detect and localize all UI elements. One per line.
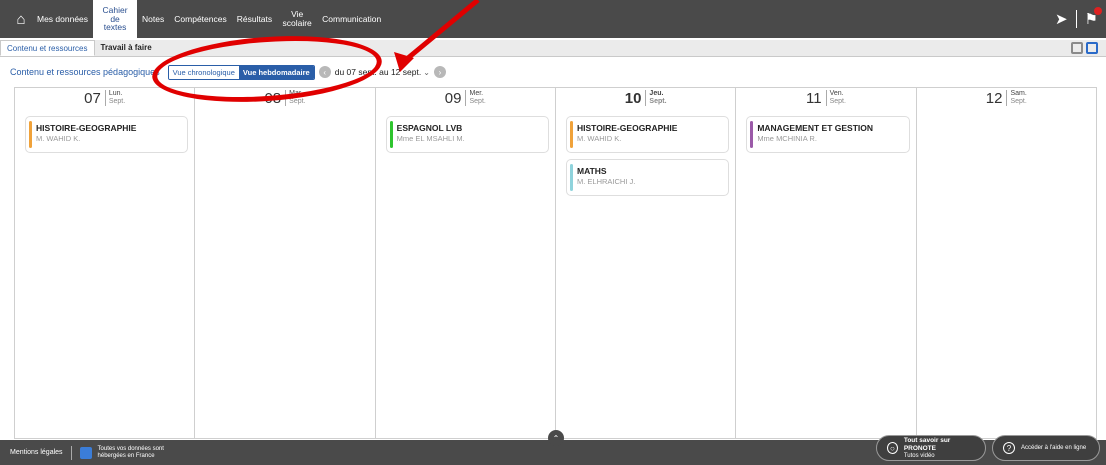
notification-badge — [1094, 7, 1102, 15]
day-label: Mer. Sept. — [465, 90, 486, 106]
nav-notes[interactable]: Notes — [137, 0, 169, 38]
lesson-teacher: M. WAHID K. — [36, 134, 81, 143]
day-month: Sept. — [829, 98, 846, 105]
lesson-subject: HISTOIRE-GEOGRAPHIE — [36, 123, 137, 133]
pronote-sub: Tutos vidéo — [903, 452, 935, 459]
lesson-card[interactable]: HISTOIRE-GEOGRAPHIE M. WAHID K. — [25, 116, 189, 153]
home-icon[interactable]: ⌂ — [10, 0, 32, 38]
day-header: 12 Sam. Sept. — [917, 88, 1096, 110]
lesson-teacher: M. WAHID K. — [576, 134, 622, 143]
day-month: Sept. — [649, 98, 667, 105]
day-label: Ven. Sept. — [825, 90, 846, 106]
lesson-teacher: Mme MCHINIA R. — [757, 134, 817, 143]
subject-color-bar — [29, 121, 32, 148]
nav-competences[interactable]: Compétences — [169, 0, 231, 38]
nav-cahier-de-textes[interactable]: Cahier de textes — [93, 0, 138, 38]
notification-icon[interactable]: ⚑ — [1085, 7, 1102, 28]
week-calendar: 07 Lun. Sept. HISTOIRE-GEOGRAPHIE M. WAHID K… — [14, 87, 1097, 439]
pronote-tutorials-text: Tout savoir sur PRONOTE Tutos vidéo — [904, 437, 975, 460]
nav-mes-donnees[interactable]: Mes données — [32, 0, 93, 38]
lesson-subject: MATHS — [576, 166, 607, 176]
nav-resultats[interactable]: Résultats — [232, 0, 277, 38]
day-month: Sept. — [108, 98, 126, 105]
day-header: 09 Mer. Sept. — [376, 88, 555, 110]
day-column: 10 Jeu. Sept. HISTOIRE-GEOGRAPHIE M. WAHID K… — [556, 88, 737, 438]
tab-contenu-ressources[interactable]: Contenu et ressources — [0, 40, 95, 56]
chevron-up-icon[interactable]: ⌃ — [548, 430, 564, 446]
lesson-teacher: Mme EL MSAHLI M. — [396, 134, 465, 143]
lesson-subject: HISTOIRE-GEOGRAPHIE — [576, 123, 678, 133]
day-name: Jeu. — [649, 90, 664, 97]
pronote-page: ⌂ Mes données Cahier de textes Notes Com… — [0, 0, 1106, 465]
next-week-icon[interactable]: › — [433, 66, 446, 78]
print-icon[interactable] — [1086, 42, 1098, 54]
hosting-line-2: hébergées en France — [97, 452, 155, 459]
day-number: 07 — [84, 90, 101, 107]
help-icon: ? — [1003, 442, 1015, 454]
footer-separator — [70, 445, 72, 460]
day-number: 12 — [985, 90, 1003, 107]
nav-right-icons: ➤ ⚑ — [1055, 0, 1102, 38]
lesson-card[interactable]: MANAGEMENT ET GESTION Mme MCHINIA R. — [746, 116, 910, 153]
day-header: 11 Ven. Sept. — [736, 88, 915, 110]
day-name: Ven. — [829, 90, 844, 97]
lesson-card[interactable]: ESPAGNOL LVB Mme EL MSAHLI M. — [385, 116, 549, 153]
tab-bar: Contenu et ressources Travail à faire — [0, 40, 1106, 57]
nav-separator — [1075, 10, 1077, 28]
day-number: 10 — [624, 90, 642, 107]
day-label: Lun. Sept. — [104, 90, 126, 106]
day-column: 12 Sam. Sept. — [917, 88, 1096, 438]
day-label: Sam. Sept. — [1006, 90, 1027, 106]
day-column: 11 Ven. Sept. MANAGEMENT ET GESTION Mme MCHI… — [736, 88, 917, 438]
save-icon[interactable] — [1071, 42, 1083, 54]
subject-color-bar — [569, 164, 573, 191]
legal-mentions-link[interactable]: Mentions légales — [10, 449, 63, 456]
day-label: Jeu. Sept. — [645, 90, 667, 106]
day-name: Mer. — [469, 90, 484, 97]
day-number: 11 — [806, 90, 822, 107]
day-name: Sam. — [1010, 90, 1027, 97]
subject-color-bar — [750, 121, 754, 148]
lesson-card[interactable]: HISTOIRE-GEOGRAPHIE M. WAHID K. — [565, 116, 730, 153]
lesson-card[interactable]: MATHS M. ELHRAICHI J. — [565, 159, 730, 196]
day-number: 09 — [444, 90, 462, 107]
subject-color-bar — [389, 121, 393, 148]
hosting-text: Toutes vos données sont hébergées en Fra… — [98, 446, 164, 460]
pronote-tutorials-button[interactable]: ○ Tout savoir sur PRONOTE Tutos vidéo — [876, 435, 986, 461]
subject-color-bar — [569, 121, 573, 148]
day-month: Sept. — [1010, 98, 1027, 105]
hosting-line-1: Toutes vos données sont — [97, 445, 164, 452]
nav-vie-scolaire[interactable]: Vie scolaire — [277, 0, 317, 38]
online-help-text: Accéder à l'aide en ligne — [1021, 444, 1087, 451]
top-navigation: ⌂ Mes données Cahier de textes Notes Com… — [0, 0, 1106, 38]
lesson-teacher: M. ELHRAICHI J. — [576, 177, 636, 186]
online-help-button[interactable]: ? Accéder à l'aide en ligne — [992, 435, 1100, 461]
tools — [1071, 42, 1098, 54]
day-column: 09 Mer. Sept. ESPAGNOL LVB Mme EL MSAHLI M. — [376, 88, 556, 438]
lesson-subject: ESPAGNOL LVB — [396, 123, 463, 133]
lesson-subject: MANAGEMENT ET GESTION — [757, 123, 874, 133]
day-column: 08 Mar. Sept. — [195, 88, 376, 438]
day-month: Sept. — [289, 98, 306, 105]
day-name: Lun. — [108, 90, 123, 97]
pronote-title: Tout savoir sur PRONOTE — [903, 436, 951, 452]
hosting-icon — [79, 446, 92, 459]
day-column: 07 Lun. Sept. HISTOIRE-GEOGRAPHIE M. WAHID K… — [15, 88, 196, 438]
nav-communication[interactable]: Communication — [317, 0, 386, 38]
day-month: Sept. — [469, 98, 486, 105]
tab-travail-a-faire[interactable]: Travail à faire — [95, 40, 158, 56]
lightbulb-icon: ○ — [887, 442, 898, 454]
chevron-down-icon: ⌄ — [423, 67, 430, 77]
send-icon[interactable]: ➤ — [1055, 10, 1068, 28]
section-title: Contenu et ressources pédagogiques — [10, 67, 160, 77]
day-header: 10 Jeu. Sept. — [556, 88, 735, 110]
